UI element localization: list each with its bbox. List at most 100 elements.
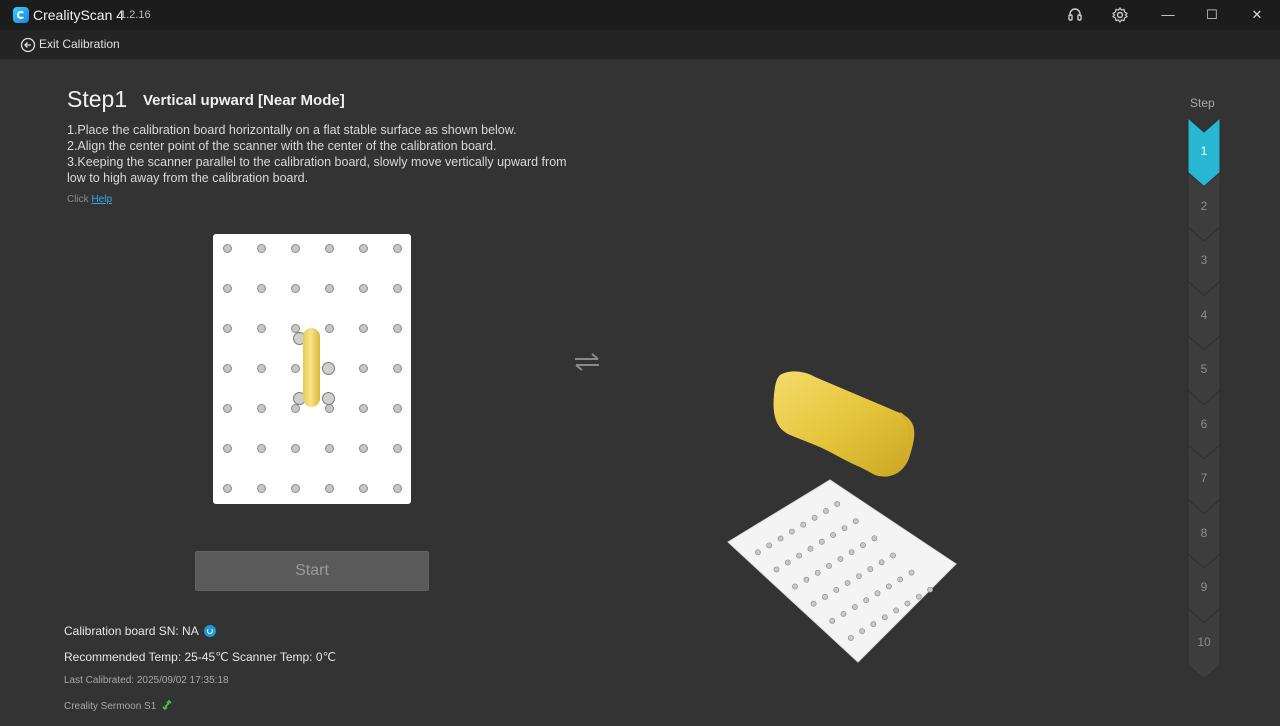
board-marker-dot	[393, 364, 402, 373]
board-marker-dot	[223, 324, 232, 333]
board-marker-dot	[359, 404, 368, 413]
board-marker-dot	[359, 484, 368, 493]
board-marker-dot	[291, 244, 300, 253]
gear-icon[interactable]	[1111, 6, 1129, 24]
exit-icon[interactable]	[20, 37, 36, 53]
board-marker-dot	[291, 284, 300, 293]
board-marker-dot	[291, 404, 300, 413]
app-window: CrealityScan 4 1.2.16 — ☐ ✕ Exit Calibra…	[0, 0, 1280, 726]
scanner-top-view	[303, 328, 320, 407]
instruction-line: low to high away from the calibration bo…	[67, 171, 309, 185]
calibration-sn: Calibration board SN: NA	[64, 624, 216, 638]
stepper-label: Step	[1190, 96, 1215, 110]
board-marker-dot	[878, 559, 885, 566]
board-marker-dot	[223, 364, 232, 373]
stepper-step-number: 8	[1200, 525, 1208, 540]
board-marker-dot	[915, 593, 922, 600]
board-marker-dot	[841, 525, 848, 531]
stepper-step-number: 4	[1200, 307, 1208, 322]
board-marker-dot	[393, 404, 402, 413]
board-marker-dot	[848, 549, 855, 555]
stepper-step-number: 1	[1200, 144, 1208, 158]
step-subtitle: Vertical upward [Near Mode]	[143, 92, 345, 109]
instruction-line: 2.Align the center point of the scanner …	[67, 139, 497, 153]
link-icon	[162, 699, 172, 711]
board-marker-dot	[859, 628, 865, 634]
board-marker-dot	[823, 508, 829, 514]
scanner-3d-illustration	[773, 371, 915, 477]
board-marker-dot	[257, 484, 266, 493]
board-marker-dot	[325, 324, 334, 333]
board-marker-dot	[325, 484, 334, 493]
board-marker-dot	[908, 569, 915, 576]
board-marker-dot	[257, 364, 266, 373]
board-marker-dot	[325, 284, 334, 293]
refresh-icon[interactable]	[203, 625, 216, 637]
board-marker-dot	[257, 284, 266, 293]
board-marker-dot	[897, 576, 904, 583]
board-marker-dot	[851, 604, 858, 610]
board-marker-dot	[885, 583, 892, 590]
board-marker-dot	[755, 549, 761, 556]
minimize-icon[interactable]: —	[1158, 5, 1178, 25]
app-name: CrealityScan 4	[33, 7, 125, 23]
calibration-board-3d-view	[727, 479, 957, 663]
board-marker-dot	[803, 576, 810, 583]
board-marker-dot	[844, 580, 851, 586]
title-bar: CrealityScan 4 1.2.16 — ☐ ✕	[0, 0, 1280, 30]
board-marker-dot	[223, 484, 232, 493]
board-marker-dot	[837, 556, 844, 562]
board-marker-dot	[223, 444, 232, 453]
board-marker-dot	[826, 563, 832, 569]
board-marker-dot	[890, 552, 896, 559]
board-marker-dot	[840, 610, 847, 617]
board-marker-dot	[807, 545, 814, 552]
board-marker-dot	[223, 404, 232, 413]
board-marker-dot	[393, 284, 402, 293]
swap-icon[interactable]	[572, 350, 602, 374]
board-marker-dot	[860, 542, 866, 549]
board-marker-dot	[811, 514, 818, 521]
board-marker-dot	[325, 444, 334, 453]
board-marker-dot	[393, 324, 402, 333]
stepper-step-number: 2	[1200, 198, 1208, 213]
calibration-sn-label: Calibration board SN: NA	[64, 624, 199, 638]
board-marker-dot	[257, 444, 266, 453]
board-marker-dot	[223, 244, 232, 253]
maximize-icon[interactable]: ☐	[1202, 5, 1222, 25]
board-marker-dot	[867, 566, 874, 573]
device-name: Creality Sermoon S1	[64, 699, 173, 712]
app-version: 1.2.16	[120, 9, 151, 21]
exit-calibration-button[interactable]: Exit Calibration	[39, 37, 120, 51]
start-button[interactable]: Start	[195, 551, 429, 591]
board-marker-dot	[874, 590, 881, 597]
board-center-marker	[322, 362, 335, 375]
board-marker-dot	[291, 444, 300, 453]
board-marker-dot	[796, 552, 802, 559]
help-link[interactable]: Help	[91, 194, 112, 205]
board-marker-dot	[852, 518, 859, 525]
board-center-marker	[322, 392, 335, 405]
board-marker-dot	[257, 404, 266, 413]
board-marker-dot	[773, 566, 780, 573]
board-marker-dot	[393, 244, 402, 253]
board-marker-dot	[904, 600, 911, 607]
board-marker-dot	[870, 621, 877, 628]
headset-icon[interactable]	[1066, 6, 1084, 24]
board-marker-dot	[927, 586, 933, 593]
stepper-step-number: 7	[1200, 471, 1208, 485]
stepper-step-number: 10	[1197, 634, 1211, 649]
last-calibrated: Last Calibrated: 2025/09/02 17:35:18	[64, 675, 229, 686]
board-marker-dot	[834, 501, 841, 507]
board-marker-dot	[800, 521, 807, 528]
board-marker-dot	[789, 528, 795, 535]
step-title: Step1	[67, 86, 128, 112]
close-icon[interactable]: ✕	[1247, 5, 1267, 25]
board-marker-dot	[784, 559, 791, 566]
board-marker-dot	[881, 614, 888, 621]
board-marker-dot	[291, 364, 300, 373]
board-marker-dot	[818, 538, 825, 545]
board-marker-dot	[847, 635, 854, 641]
board-marker-dot	[359, 364, 368, 373]
board-marker-dot	[359, 244, 368, 253]
